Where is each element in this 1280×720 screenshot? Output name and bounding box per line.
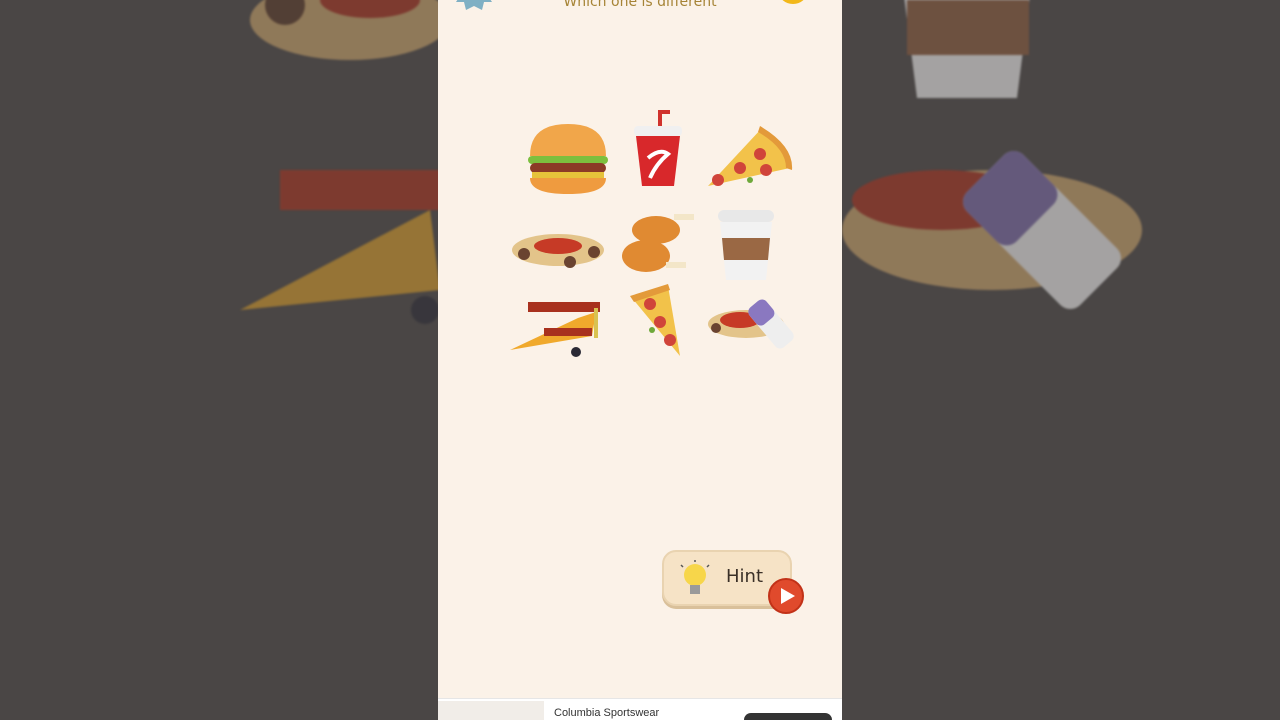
grid-item-spaghetti[interactable] (510, 208, 606, 288)
soda-cup-icon (634, 110, 682, 186)
pizza-slice-icon (630, 284, 680, 356)
play-video-icon[interactable] (768, 578, 804, 614)
backdrop-left (0, 0, 438, 720)
biplane-icon (240, 170, 438, 324)
ad-banner[interactable]: Columbia Sportswear (438, 698, 842, 720)
grid-item-soda[interactable] (610, 108, 706, 188)
spaghetti-eraser-icon (708, 299, 794, 349)
grid-item-biplane[interactable] (508, 288, 604, 368)
coin-icon[interactable] (778, 0, 808, 6)
spaghetti-icon (250, 0, 438, 60)
coffee-cup-icon (904, 0, 1030, 98)
hint-label: Hint (726, 566, 764, 587)
backdrop-right (842, 0, 1280, 720)
grid-item-pizza-2[interactable] (612, 280, 708, 360)
grid-item-burger[interactable] (520, 118, 616, 198)
item-grid (508, 108, 804, 358)
ad-title: Columbia Sportswear (554, 707, 660, 719)
grid-item-spaghetti-eraser[interactable] (706, 284, 802, 364)
ad-thumbnail (438, 701, 544, 720)
burger-icon (528, 124, 608, 194)
chicken-drumstick-icon (622, 214, 694, 272)
lightbulb-icon (680, 560, 710, 594)
coffee-cup-icon (718, 210, 774, 280)
spaghetti-icon (512, 234, 604, 268)
grid-item-pizza[interactable] (700, 118, 796, 198)
grid-item-coffee[interactable] (698, 204, 794, 284)
ad-cta-button[interactable] (744, 713, 832, 720)
pizza-slice-icon (708, 126, 793, 186)
biplane-icon (510, 302, 600, 357)
spaghetti-eraser-icon (842, 150, 1142, 310)
game-screen: Which one is different Hint Columbia Spo… (438, 0, 842, 720)
grid-item-chicken[interactable] (612, 200, 708, 280)
